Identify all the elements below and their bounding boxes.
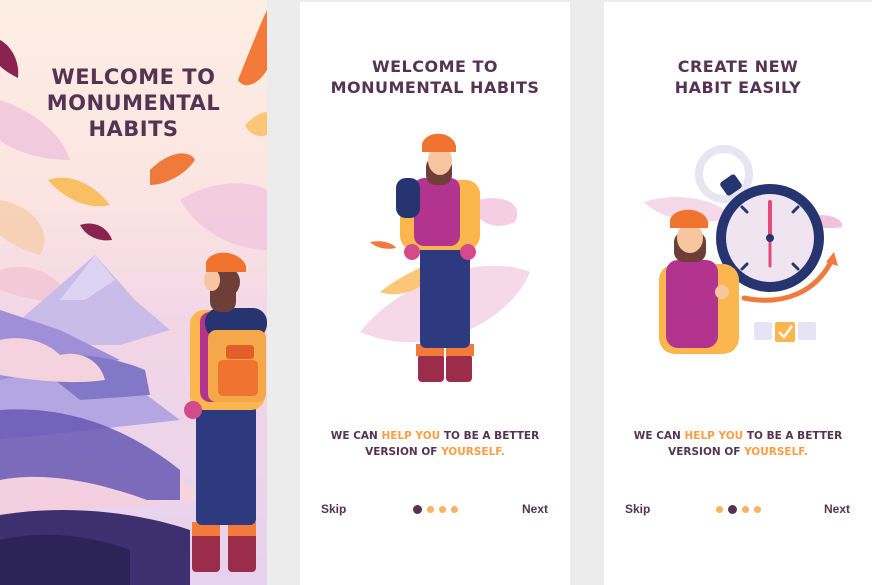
page-dot-active[interactable] [727,505,737,514]
page-dot[interactable] [753,506,761,513]
page-dot-active[interactable] [412,505,422,514]
title-line: MONUMENTAL [46,91,221,115]
page-dot[interactable] [715,506,723,513]
onboarding-screen-2: WELCOME TO MONUMENTAL HABITS WE CAN HELP… [300,2,570,585]
screen-1-title: WELCOME TO MONUMENTAL HABITS [0,64,267,142]
next-button[interactable]: Next [824,502,850,516]
standing-hiker-illustration [360,133,530,382]
next-button[interactable]: Next [522,502,548,516]
title-line: HABITS [88,117,179,141]
page-dot[interactable] [438,506,446,513]
caption-highlight: HELP YOU [381,430,441,442]
page-dot[interactable] [450,506,458,513]
stopwatch-habit-illustration [644,145,843,354]
caption-text: TO BE A BETTER [743,430,843,442]
screen-2-caption: WE CAN HELP YOU TO BE A BETTER VERSION O… [300,428,570,460]
caption-text: VERSION OF [668,446,745,458]
caption-highlight: HELP YOU [684,430,744,442]
caption-text: TO BE A BETTER [440,430,540,442]
caption-text: WE CAN [330,430,382,442]
title-line: WELCOME TO [51,65,216,89]
page-dot[interactable] [426,506,434,513]
screen-3-caption: WE CAN HELP YOU TO BE A BETTER VERSION O… [604,428,872,460]
caption-highlight: YOURSELF. [744,446,808,458]
caption-text: WE CAN [633,430,685,442]
onboarding-screen-1: WELCOME TO MONUMENTAL HABITS [0,0,267,585]
caption-text: VERSION OF [365,446,442,458]
onboarding-screen-3: CREATE NEW HABIT EASILY WE CAN HELP YOU … [604,2,872,585]
page-dot[interactable] [741,506,749,513]
caption-highlight: YOURSELF. [441,446,505,458]
